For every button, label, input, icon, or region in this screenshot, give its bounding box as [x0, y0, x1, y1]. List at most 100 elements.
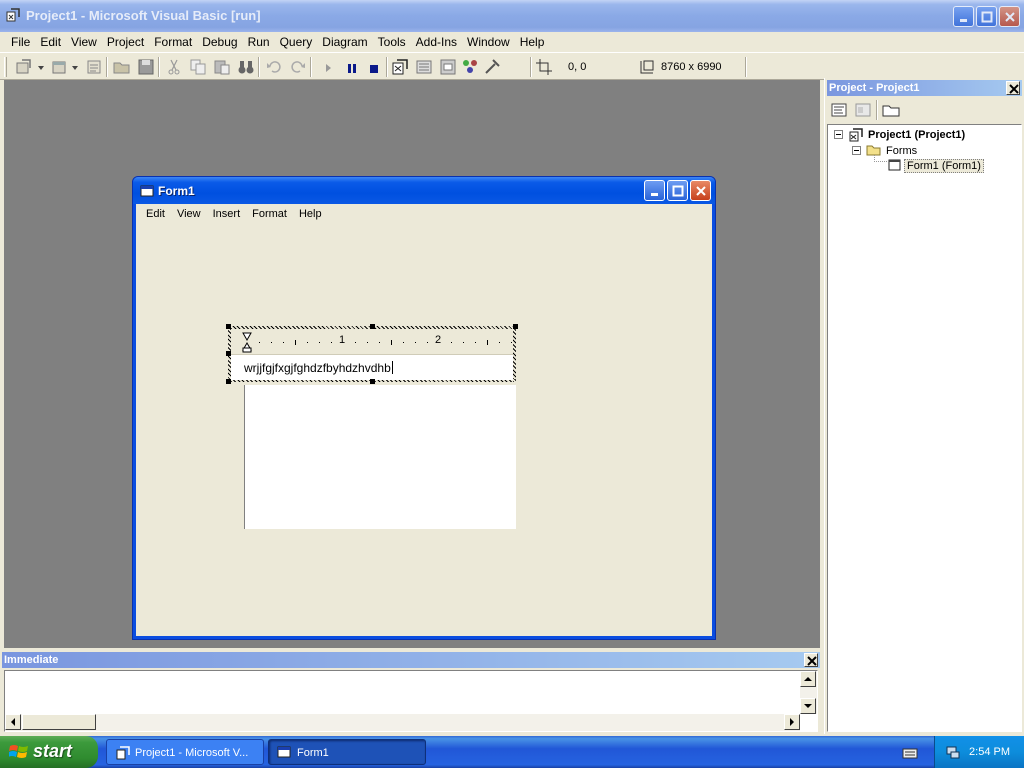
copy-button[interactable] [188, 57, 208, 77]
add-project-button[interactable] [14, 57, 46, 77]
project-explorer-close-button[interactable] [1006, 81, 1020, 95]
taskbar-item-form1-label: Form1 [297, 747, 329, 759]
menu-editor-button[interactable] [84, 57, 104, 77]
cut-button[interactable] [164, 57, 184, 77]
tree-expander-forms[interactable] [852, 146, 861, 155]
form1-menu-format[interactable]: Format [246, 204, 293, 224]
start-run-button[interactable] [318, 57, 338, 77]
resize-handle-nw[interactable] [226, 324, 231, 329]
form1-menu-edit[interactable]: Edit [140, 204, 171, 224]
keyboard-icon[interactable] [902, 746, 918, 760]
scroll-left-button[interactable] [5, 714, 21, 730]
menu-file[interactable]: File [6, 32, 35, 52]
rich-text-content: wrjjfgjfxgjfghdzfbyhdzhvdhb [244, 361, 393, 375]
menu-run[interactable]: Run [243, 32, 275, 52]
paste-button[interactable] [212, 57, 232, 77]
resize-handle-s[interactable] [370, 379, 375, 384]
redo-icon [291, 61, 305, 73]
tree-item-form1[interactable]: Form1 (Form1) [904, 159, 984, 173]
taskbar: start Project1 - Microsoft V... Form1 2:… [0, 736, 1024, 768]
horizontal-scroll-thumb[interactable] [22, 714, 96, 730]
standard-toolbar: 0, 0 8760 x 6990 [0, 52, 1024, 80]
rich-text-input[interactable]: wrjjfgjfxgjfghdzfbyhdzhvdhb [231, 354, 513, 380]
close-icon [696, 186, 706, 196]
project-explorer-button[interactable] [390, 57, 410, 77]
menu-tools[interactable]: Tools [373, 32, 411, 52]
find-button[interactable] [236, 57, 256, 77]
toolbox-button[interactable] [482, 57, 502, 77]
project-tree: Project1 (Project1) Forms Form1 (Form1) [827, 124, 1022, 732]
object-browser-icon [463, 60, 477, 73]
scroll-up-button[interactable] [800, 671, 816, 687]
menu-format[interactable]: Format [149, 32, 197, 52]
maximize-button[interactable] [976, 6, 997, 27]
scroll-down-button[interactable] [800, 698, 816, 714]
immediate-window: Immediate [0, 650, 822, 734]
rich-text-page-area[interactable] [244, 385, 516, 529]
form1-menu-insert[interactable]: Insert [207, 204, 247, 224]
form-icon [277, 746, 291, 758]
tree-item-forms[interactable]: Forms [886, 144, 917, 158]
start-button[interactable]: start [0, 736, 98, 768]
menu-project[interactable]: Project [102, 32, 149, 52]
menu-view[interactable]: View [66, 32, 102, 52]
toolbar-grip[interactable] [4, 57, 7, 77]
maximize-icon [672, 185, 684, 197]
network-icon[interactable] [945, 744, 961, 760]
end-button[interactable] [364, 57, 384, 77]
add-form-button[interactable] [50, 57, 82, 77]
immediate-horizontal-scrollbar[interactable] [5, 714, 800, 731]
menu-edit[interactable]: Edit [35, 32, 66, 52]
project-explorer-title: Project - Project1 [827, 80, 1022, 96]
break-button[interactable] [342, 57, 362, 77]
form1-title-bar[interactable]: Form1 [133, 177, 715, 204]
immediate-vertical-scrollbar[interactable] [800, 671, 817, 714]
undo-button[interactable] [264, 57, 284, 77]
menu-add-ins[interactable]: Add-Ins [411, 32, 462, 52]
view-object-icon [855, 103, 871, 117]
redo-button[interactable] [288, 57, 308, 77]
menu-debug[interactable]: Debug [197, 32, 242, 52]
menu-help[interactable]: Help [515, 32, 550, 52]
menu-query[interactable]: Query [275, 32, 318, 52]
system-tray: 2:54 PM [934, 736, 1024, 768]
taskbar-item-vb[interactable]: Project1 - Microsoft V... [106, 739, 264, 765]
tree-item-project[interactable]: Project1 (Project1) [868, 128, 965, 142]
ruler[interactable]: 1 2 [231, 329, 513, 353]
form1-maximize-button[interactable] [667, 180, 688, 201]
resize-handle-ne[interactable] [513, 324, 518, 329]
form1-menu-help[interactable]: Help [293, 204, 328, 224]
minimize-button[interactable] [953, 6, 974, 27]
form1-minimize-button[interactable] [644, 180, 665, 201]
size-readout: 8760 x 6990 [661, 61, 722, 73]
form1-client-area[interactable]: Edit View Insert Format Help 1 2 wrjjfgj… [136, 204, 712, 636]
vb-app-icon [6, 8, 20, 22]
main-title-bar[interactable]: Project1 - Microsoft Visual Basic [run] [0, 0, 1024, 32]
tree-expander-root[interactable] [834, 130, 843, 139]
open-project-button[interactable] [112, 57, 132, 77]
toggle-folders-button[interactable] [881, 100, 901, 120]
scroll-right-button[interactable] [784, 714, 800, 730]
position-icon [534, 57, 554, 77]
view-object-button[interactable] [853, 100, 873, 120]
save-project-button[interactable] [136, 57, 156, 77]
vb-app-icon [116, 746, 130, 760]
rich-text-control[interactable]: 1 2 wrjjfgjfxgjfghdzfbyhdzhvdhb [226, 324, 518, 384]
menu-window[interactable]: Window [462, 32, 515, 52]
menu-diagram[interactable]: Diagram [317, 32, 372, 52]
taskbar-item-form1[interactable]: Form1 [268, 739, 426, 765]
form-layout-button[interactable] [438, 57, 458, 77]
clock[interactable]: 2:54 PM [969, 746, 1010, 758]
form1-close-button[interactable] [690, 180, 711, 201]
view-code-button[interactable] [829, 100, 849, 120]
immediate-close-button[interactable] [804, 653, 818, 667]
properties-window-button[interactable] [414, 57, 434, 77]
resize-handle-n[interactable] [370, 324, 375, 329]
form1-menu-view[interactable]: View [171, 204, 207, 224]
resize-handle-sw[interactable] [226, 379, 231, 384]
form1-window[interactable]: Form1 Edit View Insert Format Help 1 2 w… [132, 176, 716, 640]
resize-handle-w[interactable] [226, 351, 231, 356]
immediate-input[interactable] [4, 670, 818, 732]
object-browser-button[interactable] [460, 57, 480, 77]
close-button[interactable] [999, 6, 1020, 27]
